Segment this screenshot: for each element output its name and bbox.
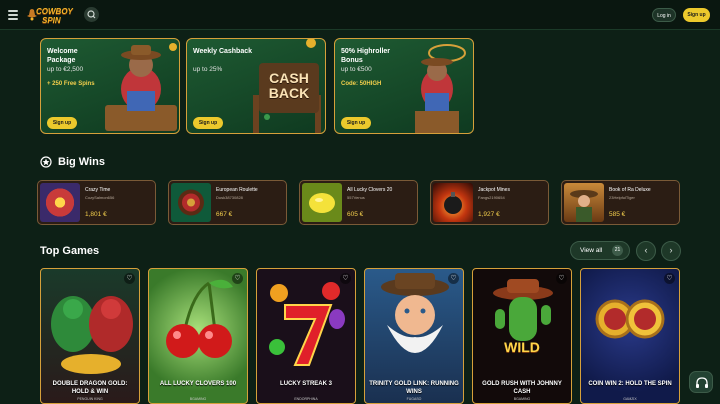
favorite-heart-icon[interactable]: ♡ bbox=[448, 273, 459, 284]
lemon-thumbnail bbox=[302, 183, 342, 222]
cowboy-spin-logo[interactable]: COWBOY SPIN bbox=[26, 5, 74, 25]
promo-card-cashback[interactable]: CASH BACK Weekly Cashback up to 25% Sign… bbox=[186, 38, 326, 134]
game-card[interactable]: ♡ COIN WIN 2: HOLD THE SPIN GAMZIX bbox=[580, 268, 680, 404]
promo-signup-button[interactable]: Sign up bbox=[341, 117, 371, 129]
game-provider: ENDORPHINA bbox=[294, 397, 318, 401]
login-button[interactable]: Log in bbox=[652, 8, 676, 22]
support-chat-button[interactable] bbox=[689, 371, 713, 393]
prev-arrow-button[interactable]: ‹ bbox=[636, 241, 656, 261]
game-provider: BGAMING bbox=[189, 397, 207, 401]
game-provider: GAMZIX bbox=[623, 397, 637, 401]
favorite-heart-icon[interactable]: ♡ bbox=[664, 273, 675, 284]
big-win-card[interactable]: Book of Ra Deluxe 23HelpfulTiger 585 € bbox=[561, 180, 680, 225]
game-provider: PENGUIN KING bbox=[77, 397, 103, 401]
big-win-user: CozySalmon656 bbox=[85, 195, 115, 200]
favorite-heart-icon[interactable]: ♡ bbox=[340, 273, 351, 284]
favorite-heart-icon[interactable]: ♡ bbox=[556, 273, 567, 284]
headset-icon bbox=[696, 377, 708, 388]
game-title: TRINITY GOLD LINK: RUNNING WINS bbox=[369, 381, 459, 395]
promo-card-welcome[interactable]: Welcome Package up to €2,500 + 250 Free … bbox=[40, 38, 180, 134]
big-win-card[interactable]: All Lucky Clovers 20 557Venus 605 € bbox=[299, 180, 418, 225]
game-card[interactable]: WILD ♡ GOLD RUSH WITH JOHNNY CASH BGAMIN… bbox=[472, 268, 572, 404]
dragons-artwork bbox=[51, 296, 133, 374]
roulette-thumbnail bbox=[171, 183, 211, 222]
view-all-label: View all bbox=[580, 247, 603, 254]
big-win-game: European Roulette bbox=[216, 187, 258, 193]
promo-title: Welcome Package bbox=[47, 48, 78, 64]
crazy-time-thumbnail bbox=[40, 183, 80, 222]
cherries-artwork bbox=[166, 279, 233, 358]
cactus-cowboy-artwork bbox=[493, 279, 553, 341]
big-win-game: All Lucky Clovers 20 bbox=[347, 187, 393, 193]
game-provider: BGAMING bbox=[513, 397, 531, 401]
promo-code: Code: 50HIGH bbox=[341, 81, 382, 87]
game-card[interactable]: ♡ DOUBLE DRAGON GOLD: HOLD & WIN PENGUIN… bbox=[40, 268, 140, 404]
big-win-game: Jackpot Mines bbox=[478, 187, 510, 193]
big-win-card[interactable]: Jackpot Mines Fangs2190654 1,927 € bbox=[430, 180, 549, 225]
game-title: GOLD RUSH WITH JOHNNY CASH bbox=[482, 381, 562, 395]
chevron-right-icon: › bbox=[669, 245, 673, 255]
favorite-heart-icon[interactable]: ♡ bbox=[232, 273, 243, 284]
lucky-seven-artwork bbox=[269, 282, 345, 366]
promo-signup-button[interactable]: Sign up bbox=[193, 117, 223, 129]
big-win-game: Book of Ra Deluxe bbox=[609, 187, 651, 193]
big-win-amount: 667 € bbox=[216, 211, 233, 218]
menu-icon[interactable] bbox=[8, 10, 18, 20]
big-win-user: 557Venus bbox=[347, 195, 365, 200]
book-of-ra-thumbnail bbox=[564, 183, 604, 222]
favorite-heart-icon[interactable]: ♡ bbox=[124, 273, 135, 284]
game-card[interactable]: ♡ LUCKY STREAK 3 ENDORPHINA bbox=[256, 268, 356, 404]
game-title: ALL LUCKY CLOVERS 100 bbox=[159, 381, 237, 387]
big-win-amount: 585 € bbox=[609, 211, 626, 218]
big-wins-icon bbox=[40, 156, 52, 168]
view-all-button[interactable]: View all 21 bbox=[570, 241, 630, 260]
big-win-card[interactable]: European Roulette Dusk38730828 667 € bbox=[168, 180, 287, 225]
promo-signup-button[interactable]: Sign up bbox=[47, 117, 77, 129]
leprechaun-artwork bbox=[381, 273, 449, 353]
big-win-amount: 605 € bbox=[347, 211, 364, 218]
promo-extra: + 250 Free Spins bbox=[47, 81, 95, 87]
search-button[interactable] bbox=[84, 7, 99, 22]
big-win-user: Dusk38730828 bbox=[216, 195, 243, 200]
cowboy-lasso-illustration bbox=[415, 44, 466, 133]
chevron-left-icon: ‹ bbox=[644, 245, 648, 255]
big-win-user: 23HelpfulTiger bbox=[609, 195, 635, 200]
cashback-sign-text: CASH BACK bbox=[268, 70, 310, 101]
next-arrow-button[interactable]: › bbox=[661, 241, 681, 261]
top-games-title: Top Games bbox=[40, 245, 100, 257]
gold-coins-artwork bbox=[595, 299, 665, 339]
promo-subtitle: up to €500 bbox=[341, 66, 372, 73]
promo-title: 50% Highroller Bonus bbox=[341, 48, 391, 64]
promo-subtitle: up to €2,500 bbox=[47, 66, 84, 73]
search-icon bbox=[87, 10, 96, 19]
game-provider: FUGASO bbox=[406, 397, 422, 401]
jackpot-mines-thumbnail bbox=[433, 183, 473, 222]
big-wins-title: Big Wins bbox=[58, 156, 105, 168]
wild-symbol-text: WILD bbox=[504, 339, 540, 355]
game-title: LUCKY STREAK 3 bbox=[280, 381, 332, 387]
cowboy-bull-illustration bbox=[105, 43, 177, 131]
big-win-user: Fangs2190654 bbox=[478, 195, 505, 200]
game-card[interactable]: ♡ TRINITY GOLD LINK: RUNNING WINS FUGASO bbox=[364, 268, 464, 404]
big-win-amount: 1,801 € bbox=[85, 211, 107, 218]
big-win-card[interactable]: Crazy Time CozySalmon656 1,801 € bbox=[37, 180, 156, 225]
big-win-game: Crazy Time bbox=[85, 187, 111, 193]
promo-subtitle: up to 25% bbox=[193, 66, 223, 73]
game-card[interactable]: ♡ ALL LUCKY CLOVERS 100 BGAMING bbox=[148, 268, 248, 404]
promo-title: Weekly Cashback bbox=[193, 48, 253, 55]
promo-card-highroller[interactable]: 50% Highroller Bonus up to €500 Code: 50… bbox=[334, 38, 474, 134]
view-all-count-badge: 21 bbox=[612, 245, 623, 256]
top-header: COWBOY SPIN Log in Sign up bbox=[0, 0, 720, 30]
signup-button[interactable]: Sign up bbox=[683, 8, 710, 22]
game-title: COIN WIN 2: HOLD THE SPIN bbox=[588, 381, 672, 387]
game-title: DOUBLE DRAGON GOLD: HOLD & WIN bbox=[52, 381, 128, 395]
big-win-amount: 1,927 € bbox=[478, 211, 500, 218]
